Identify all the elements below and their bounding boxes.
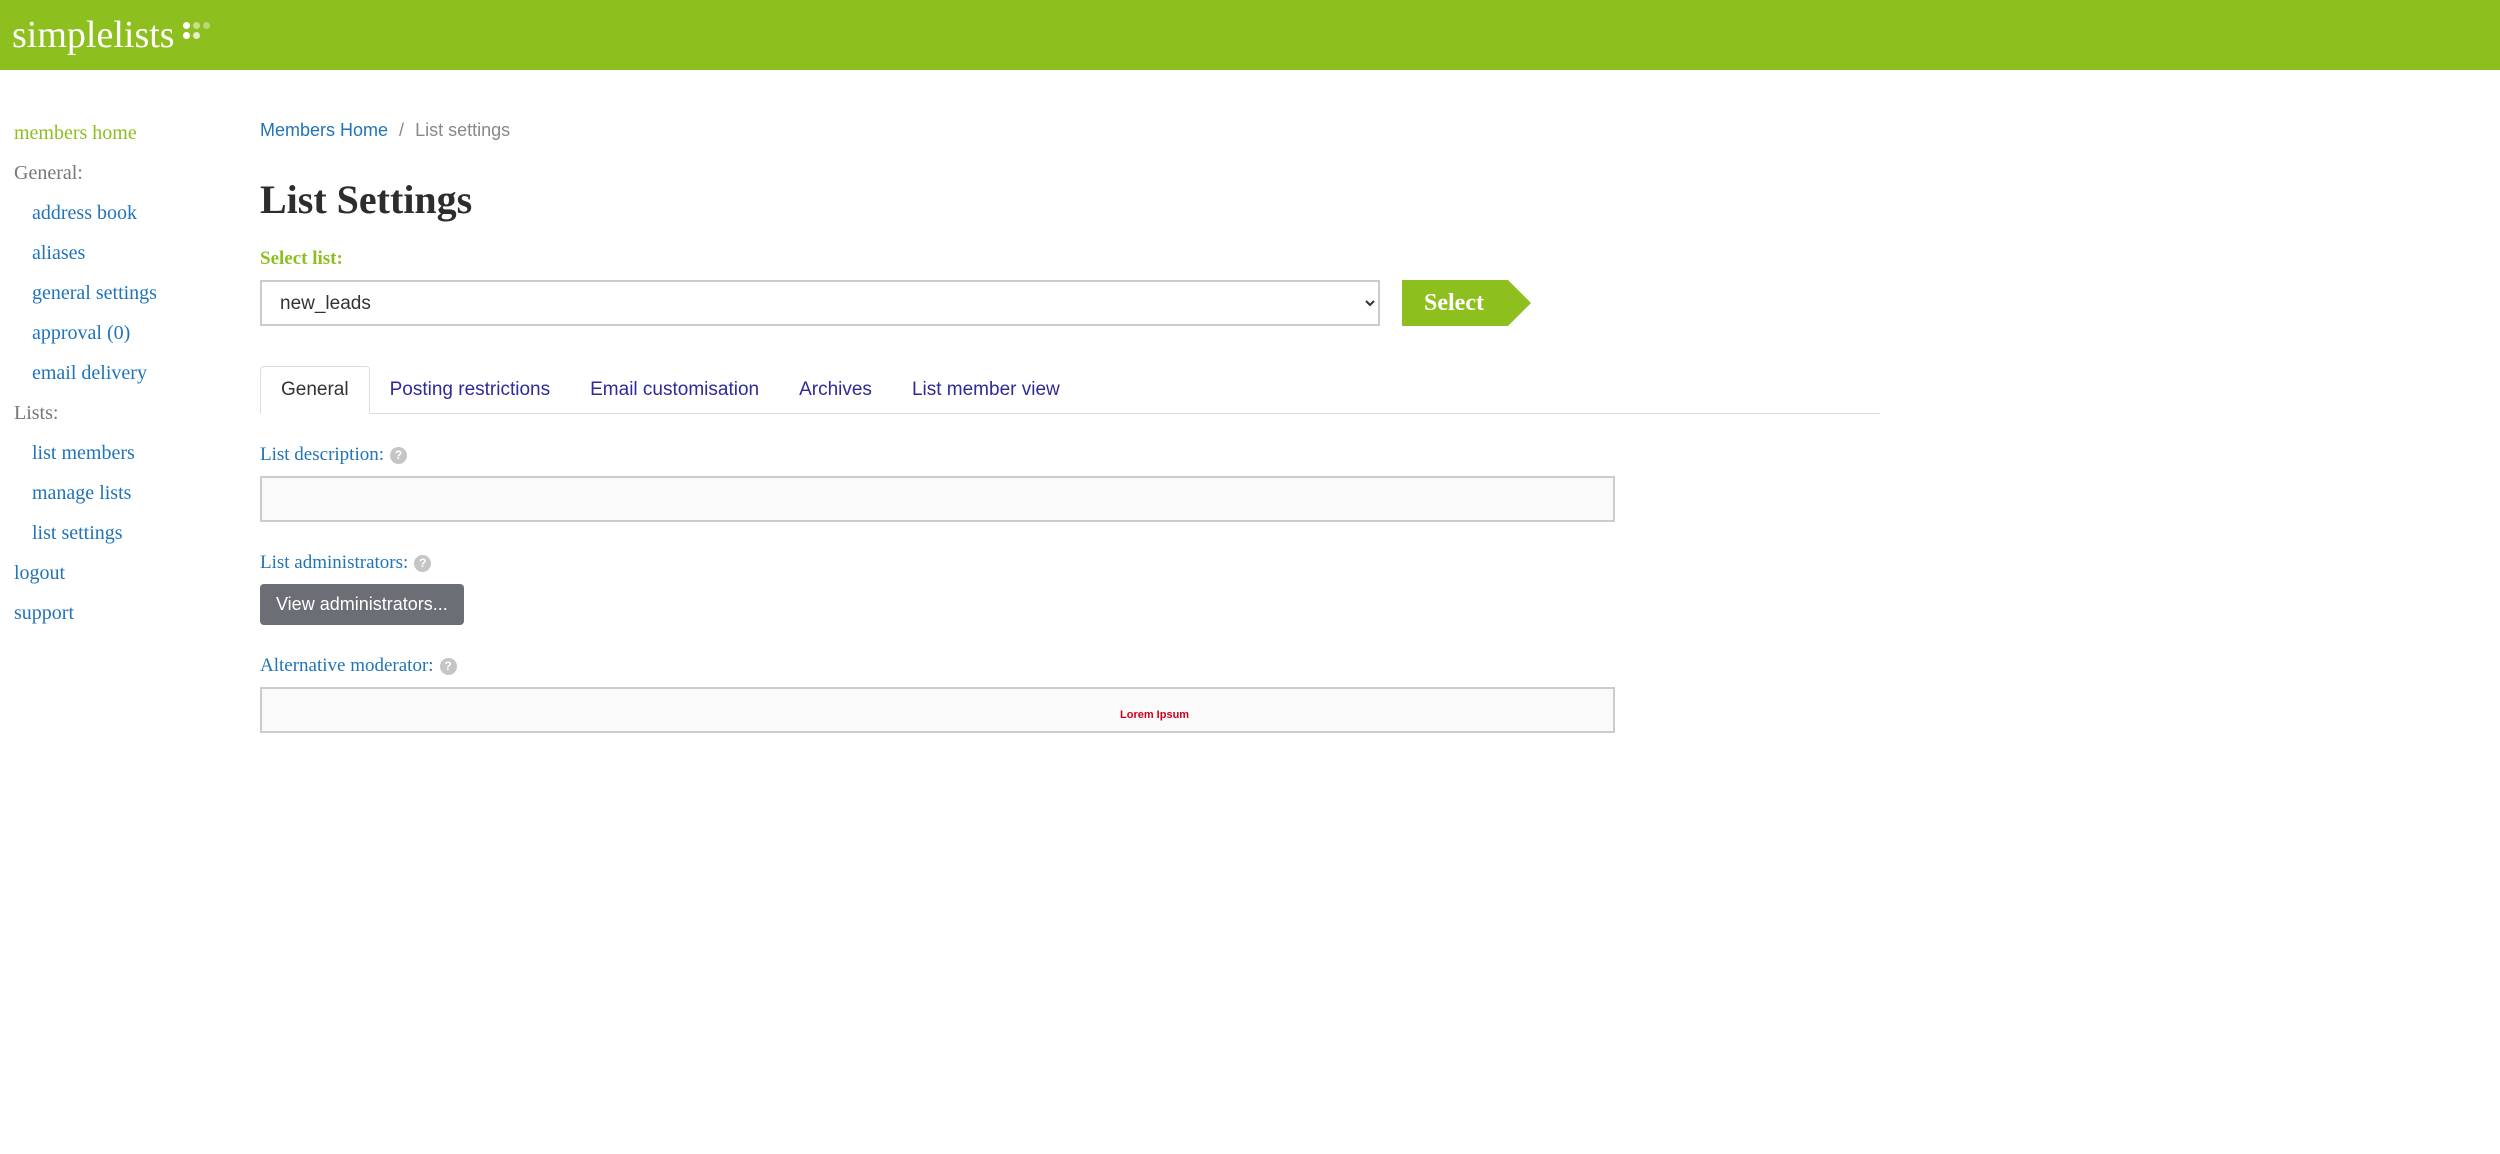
sidebar-item-list-members[interactable]: list members	[32, 440, 260, 466]
brand-text: simplelists	[12, 13, 175, 57]
logo-dots-icon	[183, 22, 223, 48]
select-button[interactable]: Select	[1402, 280, 1508, 326]
breadcrumb-home[interactable]: Members Home	[260, 120, 388, 140]
sidebar-members-home[interactable]: members home	[14, 120, 260, 146]
help-icon[interactable]: ?	[414, 555, 431, 572]
sidebar-section-lists: Lists:	[14, 400, 260, 426]
breadcrumb: Members Home / List settings	[260, 120, 1880, 141]
sidebar-section-general: General:	[14, 160, 260, 186]
tab-posting-restrictions[interactable]: Posting restrictions	[370, 366, 571, 413]
alternative-moderator-input[interactable]	[260, 687, 1615, 733]
sidebar-item-email-delivery[interactable]: email delivery	[32, 360, 260, 386]
sidebar-item-address-book[interactable]: address book	[32, 200, 260, 226]
list-description-input[interactable]	[260, 476, 1615, 522]
alternative-moderator-label: Alternative moderator: ?	[260, 655, 1880, 677]
list-description-label-text: List description:	[260, 444, 384, 466]
select-list-row: new_leads Select	[260, 280, 1880, 326]
list-description-label: List description: ?	[260, 444, 1880, 466]
tab-general[interactable]: General	[260, 366, 370, 414]
alternative-moderator-label-text: Alternative moderator:	[260, 655, 434, 677]
list-select[interactable]: new_leads	[260, 280, 1380, 326]
list-administrators-label-text: List administrators:	[260, 552, 408, 574]
tab-archives[interactable]: Archives	[779, 366, 892, 413]
sidebar-item-list-settings[interactable]: list settings	[32, 520, 260, 546]
main-content: Members Home / List settings List Settin…	[260, 120, 1940, 763]
page-title: List Settings	[260, 176, 1880, 223]
logo: simplelists	[12, 13, 223, 57]
list-administrators-label: List administrators: ?	[260, 552, 1880, 574]
sidebar-support[interactable]: support	[14, 600, 260, 626]
sidebar-logout[interactable]: logout	[14, 560, 260, 586]
tab-list-member-view[interactable]: List member view	[892, 366, 1080, 413]
sidebar-item-manage-lists[interactable]: manage lists	[32, 480, 260, 506]
sidebar-item-aliases[interactable]: aliases	[32, 240, 260, 266]
help-icon[interactable]: ?	[440, 658, 457, 675]
sidebar: members home General: address book alias…	[0, 120, 260, 763]
help-icon[interactable]: ?	[390, 447, 407, 464]
breadcrumb-separator: /	[399, 120, 404, 140]
sidebar-item-approval[interactable]: approval (0)	[32, 320, 260, 346]
breadcrumb-current: List settings	[415, 120, 510, 140]
header: simplelists	[0, 0, 2500, 70]
tab-email-customisation[interactable]: Email customisation	[570, 366, 779, 413]
sidebar-item-general-settings[interactable]: general settings	[32, 280, 260, 306]
select-list-label: Select list:	[260, 248, 1880, 270]
view-administrators-button[interactable]: View administrators...	[260, 584, 464, 625]
tabs: General Posting restrictions Email custo…	[260, 366, 1880, 414]
